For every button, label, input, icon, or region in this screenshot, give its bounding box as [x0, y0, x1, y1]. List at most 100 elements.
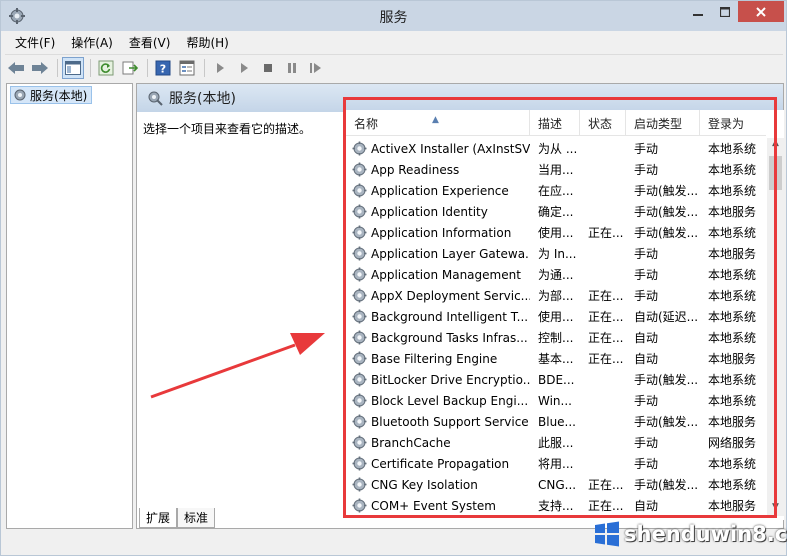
close-icon [756, 6, 766, 17]
service-status: 正在... [588, 352, 624, 366]
table-row[interactable]: COM+ Event System 支持... 正在... 自动 本地服务 [346, 495, 766, 516]
restart-icon [310, 62, 321, 73]
table-row[interactable]: Application Information 使用... 正在... 手动(触发..… [346, 222, 766, 243]
table-row[interactable]: Background Intelligent T... 使用... 正在... 自动(… [346, 306, 766, 327]
service-name-cell: AppX Deployment Servic... [346, 288, 530, 303]
service-name-cell: Application Information [346, 225, 530, 240]
services-list[interactable]: 名称 ▲ 描述 状态 启动类型 登录为 ActiveX Installer (A… [346, 110, 784, 520]
menu-help[interactable]: 帮助(H) [178, 32, 236, 52]
tab-extended[interactable]: 扩展 [139, 508, 178, 528]
properties-button[interactable] [176, 57, 198, 79]
service-name: Certificate Propagation [371, 456, 510, 471]
table-row[interactable]: Block Level Backup Engi... Win... 手动 本地系统 [346, 390, 766, 411]
vertical-scrollbar[interactable]: ▲ ▼ [767, 138, 784, 516]
export-button[interactable] [119, 57, 141, 79]
service-name-cell: Application Experience [346, 183, 530, 198]
table-row[interactable]: AppX Deployment Servic... 为部... 正在... 手动 本地系… [346, 285, 766, 306]
service-gear-icon [352, 162, 367, 177]
service-startup-type: 手动 [634, 457, 659, 471]
service-gear-icon [352, 288, 367, 303]
service-gear-icon [352, 414, 367, 429]
service-logon-as: 网络服务 [708, 436, 757, 450]
table-row[interactable]: CNG Key Isolation CNG... 正在... 手动(触发... 本地系统 [346, 474, 766, 495]
services-main-pane: 服务(本地) 选择一个项目来查看它的描述。 名称 ▲ 描述 状态 启动类型 登录… [136, 83, 784, 529]
table-row[interactable]: Bluetooth Support Service Blue... 手动(触发...… [346, 411, 766, 432]
toolbar-separator [204, 58, 205, 77]
column-header-name[interactable]: 名称 ▲ [346, 110, 530, 136]
refresh-button[interactable] [95, 57, 117, 79]
service-name: Application Experience [371, 183, 509, 198]
table-row[interactable]: Application Identity 确定... 手动(触发... 本地服务 [346, 201, 766, 222]
service-gear-icon [352, 141, 367, 156]
scroll-down-icon[interactable]: ▼ [767, 502, 784, 516]
tab-standard[interactable]: 标准 [177, 508, 216, 528]
menu-file[interactable]: 文件(F) [7, 32, 63, 52]
service-logon-as: 本地系统 [708, 142, 757, 156]
show-tree-button[interactable] [62, 56, 84, 79]
service-logon-as: 本地服务 [708, 352, 757, 366]
service-name-cell: App Readiness [346, 162, 530, 177]
maximize-button[interactable] [712, 1, 738, 22]
service-logon-as: 本地服务 [708, 247, 757, 261]
pane-header-title: 服务(本地) [169, 91, 236, 107]
table-row[interactable]: App Readiness 当用... 手动 本地系统 [346, 159, 766, 180]
column-header-description[interactable]: 描述 [530, 110, 580, 136]
services-window: 服务 文件(F) 操作(A) 查看(V) 帮助(H) ? 服务(本地) 服务(本… [0, 0, 787, 556]
minimize-icon [693, 13, 703, 16]
service-name-cell: Application Layer Gatewa... [346, 246, 530, 261]
service-name: Background Intelligent T... [371, 309, 529, 324]
toolbar-separator [90, 58, 91, 77]
sort-ascending-icon: ▲ [432, 115, 439, 125]
service-status: 正在... [588, 289, 624, 303]
back-button[interactable] [5, 57, 27, 79]
service-startup-type: 手动 [634, 394, 659, 408]
back-icon [8, 61, 24, 74]
watermark-text: shenduwin8.com [624, 522, 787, 546]
table-row[interactable]: Certificate Propagation 将用... 手动 本地系统 [346, 453, 766, 474]
table-row[interactable]: BitLocker Drive Encryptio... BDE... 手动(触发.… [346, 369, 766, 390]
service-logon-as: 本地系统 [708, 226, 757, 240]
service-startup-type: 手动(触发... [634, 184, 699, 198]
title-bar[interactable]: 服务 [1, 1, 786, 31]
menu-view[interactable]: 查看(V) [121, 32, 179, 52]
minimize-button[interactable] [684, 1, 712, 22]
service-logon-as: 本地系统 [708, 310, 757, 324]
service-startup-type: 手动 [634, 436, 659, 450]
scroll-up-icon[interactable]: ▲ [767, 138, 784, 152]
service-logon-as: 本地系统 [708, 268, 757, 282]
scroll-thumb[interactable] [769, 156, 782, 190]
column-header-status[interactable]: 状态 [580, 110, 626, 136]
services-gear-icon [14, 89, 26, 101]
close-button[interactable] [738, 1, 784, 22]
start-icon [217, 62, 224, 73]
column-header-startup-type[interactable]: 启动类型 [626, 110, 700, 136]
tree-item-services-local[interactable]: 服务(本地) [10, 86, 93, 104]
service-name: Block Level Backup Engi... [371, 393, 529, 408]
console-tree-pane[interactable]: 服务(本地) [6, 83, 133, 529]
menu-action[interactable]: 操作(A) [63, 32, 121, 52]
service-description: 使用... [538, 310, 574, 324]
table-row[interactable]: Background Tasks Infras... 控制... 正在... 自动 本地… [346, 327, 766, 348]
column-headers: 名称 ▲ 描述 状态 启动类型 登录为 [346, 110, 766, 136]
column-header-logon-as[interactable]: 登录为 [700, 110, 766, 136]
restart-service-button[interactable] [305, 57, 327, 79]
help-button[interactable]: ? [152, 57, 174, 79]
table-row[interactable]: BranchCache 此服... 手动 网络服务 [346, 432, 766, 453]
stop-service-button[interactable] [257, 57, 279, 79]
service-startup-type: 手动(触发... [634, 478, 699, 492]
pause-service-button[interactable] [281, 57, 303, 79]
table-row[interactable]: Application Experience 在应... 手动(触发... 本地系统 [346, 180, 766, 201]
start-service-button[interactable] [209, 57, 231, 79]
service-description: Blue... [538, 414, 576, 429]
service-name: Application Management [371, 267, 521, 282]
table-row[interactable]: Application Layer Gatewa... 为 In... 手动 本地服务 [346, 243, 766, 264]
table-row[interactable]: Base Filtering Engine 基本... 正在... 自动 本地服务 [346, 348, 766, 369]
table-row[interactable]: Application Management 为通... 手动 本地系统 [346, 264, 766, 285]
forward-button[interactable] [29, 57, 51, 79]
start-service-alt-button[interactable] [233, 57, 255, 79]
service-gear-icon [352, 204, 367, 219]
table-row[interactable]: ActiveX Installer (AxInstSV) 为从 ... 手动 本地系统 [346, 138, 766, 159]
site-watermark: shenduwin8.com [594, 516, 787, 552]
service-status: 正在... [588, 226, 624, 240]
service-description: 使用... [538, 226, 574, 240]
